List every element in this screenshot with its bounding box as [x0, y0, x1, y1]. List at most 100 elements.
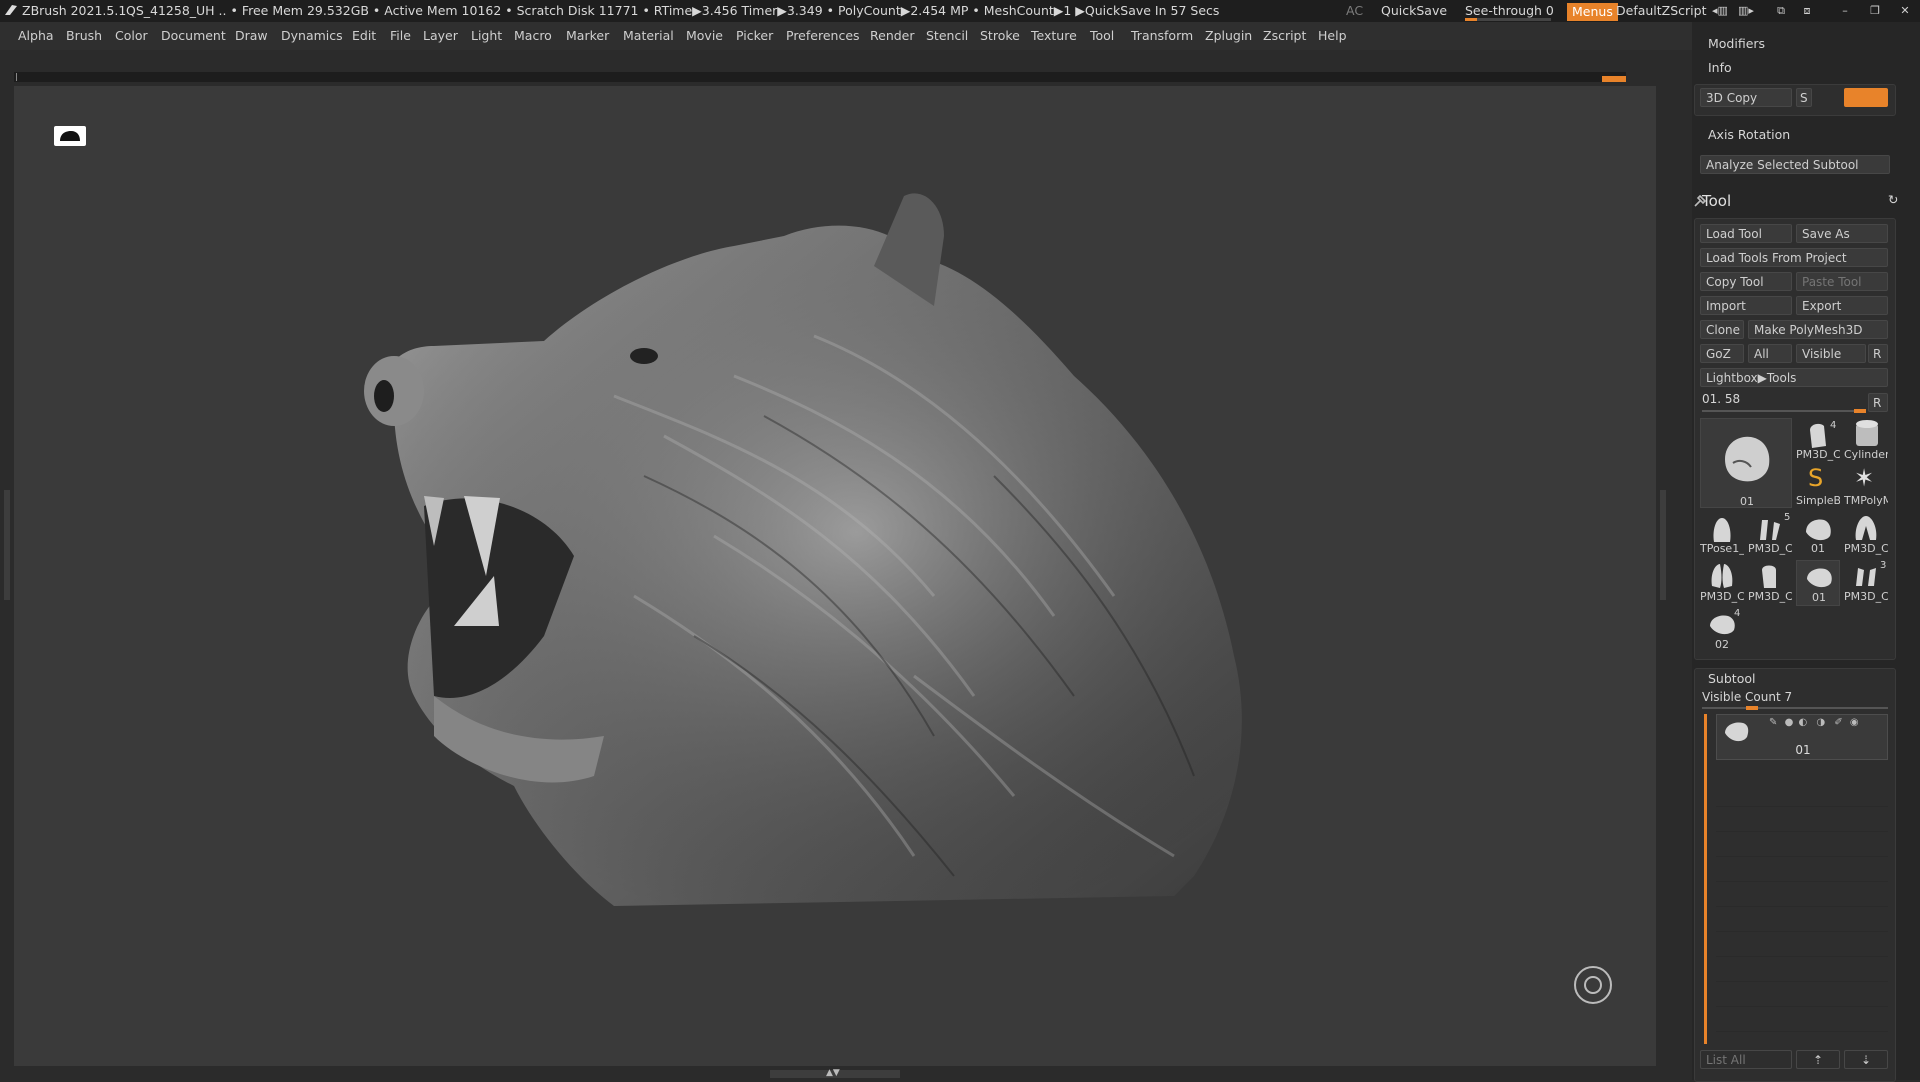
goz-button[interactable]: GoZ: [1700, 344, 1744, 363]
ui-layout-icon[interactable]: ⧉: [1774, 4, 1788, 18]
goz-all-button[interactable]: All: [1748, 344, 1792, 363]
info-header[interactable]: Info: [1708, 60, 1732, 75]
subtool-solo-icon[interactable]: ◑: [1816, 717, 1825, 728]
tool-thumb-pm3d-6[interactable]: 3 PM3D_C: [1844, 560, 1888, 606]
tool-thumb-pm3d-3[interactable]: PM3D_C: [1844, 512, 1888, 558]
current-tool-thumbnail[interactable]: 01: [1700, 418, 1792, 508]
menu-render[interactable]: Render: [870, 28, 915, 43]
subtool-header[interactable]: Subtool: [1708, 671, 1755, 686]
export-button[interactable]: Export: [1796, 296, 1888, 315]
document-canvas[interactable]: [14, 86, 1656, 1066]
floor-grid-toggle-icon[interactable]: [54, 126, 86, 146]
seethrough-track[interactable]: [1465, 18, 1551, 21]
copy-3d-slider[interactable]: [1844, 88, 1888, 107]
paste-tool-button[interactable]: Paste Tool: [1796, 272, 1888, 291]
lightbox-tools-button[interactable]: Lightbox▶Tools: [1700, 368, 1888, 387]
brush-icon[interactable]: ✐: [1834, 717, 1842, 728]
tool-index-slider-track[interactable]: [1702, 409, 1866, 413]
tool-thumb-pm3d-2[interactable]: 5 PM3D_C: [1748, 512, 1792, 558]
menu-stencil[interactable]: Stencil: [926, 28, 968, 43]
load-tool-button[interactable]: Load Tool: [1700, 224, 1792, 243]
eye-icon[interactable]: ◉: [1850, 717, 1859, 728]
menu-layer[interactable]: Layer: [423, 28, 458, 43]
load-tools-from-project-button[interactable]: Load Tools From Project: [1700, 248, 1888, 267]
subtool-color-icon[interactable]: ◐: [1799, 717, 1808, 728]
menu-picker[interactable]: Picker: [736, 28, 773, 43]
menu-movie[interactable]: Movie: [686, 28, 723, 43]
right-tray-handle[interactable]: [1660, 490, 1666, 600]
tool-thumb-02[interactable]: 4 02: [1700, 608, 1744, 654]
subtool-polypaint-icon[interactable]: ●: [1785, 717, 1794, 728]
menu-tool[interactable]: Tool: [1090, 28, 1114, 43]
menu-edit[interactable]: Edit: [352, 28, 376, 43]
axis-rotation-header[interactable]: Axis Rotation: [1708, 127, 1790, 142]
left-tray-handle[interactable]: [4, 490, 10, 600]
menu-zscript[interactable]: Zscript: [1263, 28, 1306, 43]
save-as-button[interactable]: Save As: [1796, 224, 1888, 243]
menu-brush[interactable]: Brush: [66, 28, 102, 43]
menu-help[interactable]: Help: [1318, 28, 1347, 43]
tool-thumb-pm3d-4[interactable]: PM3D_C: [1700, 560, 1744, 606]
menus-toggle[interactable]: Menus: [1567, 3, 1618, 21]
tool-thumb-pm3d-1[interactable]: 4 PM3D_C: [1796, 418, 1840, 462]
goz-visible-button[interactable]: Visible: [1796, 344, 1866, 363]
arrow-down-icon[interactable]: ⇣: [1844, 1050, 1888, 1069]
tool-thumb-pm3d-5[interactable]: PM3D_C: [1748, 560, 1792, 606]
menu-file[interactable]: File: [390, 28, 411, 43]
menu-alpha[interactable]: Alpha: [18, 28, 54, 43]
analyze-subtool-button[interactable]: Analyze Selected Subtool: [1700, 155, 1890, 174]
tool-thumb-simplebrush[interactable]: S SimpleB: [1796, 464, 1840, 508]
layout-next-icon[interactable]: ▥▸: [1738, 4, 1754, 18]
menu-stroke[interactable]: Stroke: [980, 28, 1020, 43]
goz-r-button[interactable]: R: [1868, 344, 1888, 363]
menu-light[interactable]: Light: [471, 28, 502, 43]
visible-count-slider-track[interactable]: [1702, 706, 1888, 710]
seethrough-slider[interactable]: See-through 0: [1465, 3, 1555, 21]
menu-marker[interactable]: Marker: [566, 28, 609, 43]
bottom-tray-handle[interactable]: ▲▼: [770, 1068, 900, 1078]
reset-icon[interactable]: ↻: [1888, 192, 1898, 207]
close-icon[interactable]: ✕: [1898, 4, 1912, 18]
view-orientation-gizmo-icon[interactable]: [1574, 966, 1612, 1004]
maximize-icon[interactable]: ❐: [1868, 4, 1882, 18]
menu-color[interactable]: Color: [115, 28, 148, 43]
seethrough-knob[interactable]: [1465, 18, 1477, 21]
3d-copy-button[interactable]: 3D Copy: [1700, 88, 1792, 107]
tool-slider-r-button[interactable]: R: [1868, 393, 1888, 412]
ui-swap-icon[interactable]: ⧈: [1800, 4, 1814, 18]
arrow-up-icon[interactable]: ⇡: [1796, 1050, 1840, 1069]
import-button[interactable]: Import: [1700, 296, 1792, 315]
menu-preferences[interactable]: Preferences: [786, 28, 860, 43]
tool-thumb-01-a[interactable]: 01: [1796, 512, 1840, 558]
timeline-marker[interactable]: [1602, 76, 1626, 82]
menu-zplugin[interactable]: Zplugin: [1205, 28, 1252, 43]
copy-tool-button[interactable]: Copy Tool: [1700, 272, 1792, 291]
list-all-button[interactable]: List All: [1700, 1050, 1792, 1069]
menu-texture[interactable]: Texture: [1031, 28, 1077, 43]
ac-toggle[interactable]: AC: [1346, 3, 1363, 18]
timeline-strip[interactable]: [14, 72, 1626, 82]
tool-thumb-tmpolymesh[interactable]: ✶ TMPolyM: [1844, 464, 1888, 508]
tool-thumb-tpose[interactable]: TPose1_: [1700, 512, 1744, 558]
default-zscript-button[interactable]: DefaultZScript: [1616, 3, 1707, 18]
subtool-row-selected[interactable]: ✎ ● ◐ ◑ ✐ ◉ 01: [1716, 714, 1888, 760]
menu-transform[interactable]: Transform: [1131, 28, 1193, 43]
visible-count-slider-knob[interactable]: [1746, 706, 1758, 710]
make-polymesh3d-button[interactable]: Make PolyMesh3D: [1748, 320, 1888, 339]
clone-button[interactable]: Clone: [1700, 320, 1744, 339]
quicksave-button[interactable]: QuickSave: [1381, 3, 1447, 18]
layout-prev-icon[interactable]: ◂▥: [1712, 4, 1728, 18]
tool-palette-header[interactable]: Tool ↻: [1692, 188, 1920, 214]
menu-dynamics[interactable]: Dynamics: [281, 28, 343, 43]
tool-thumb-01-b-selected[interactable]: 01: [1796, 560, 1840, 606]
tool-index-slider-knob[interactable]: [1854, 409, 1866, 413]
menu-material[interactable]: Material: [623, 28, 674, 43]
subtool-edit-icon[interactable]: ✎: [1769, 717, 1777, 728]
menu-document[interactable]: Document: [161, 28, 226, 43]
wolf-sculpt-model[interactable]: [314, 176, 1474, 1016]
menu-macro[interactable]: Macro: [514, 28, 552, 43]
s-toggle[interactable]: S: [1796, 88, 1812, 107]
modifiers-header[interactable]: Modifiers: [1708, 36, 1765, 51]
minimize-icon[interactable]: –: [1838, 4, 1852, 18]
tool-thumb-cylinder[interactable]: Cylinder: [1844, 418, 1888, 462]
